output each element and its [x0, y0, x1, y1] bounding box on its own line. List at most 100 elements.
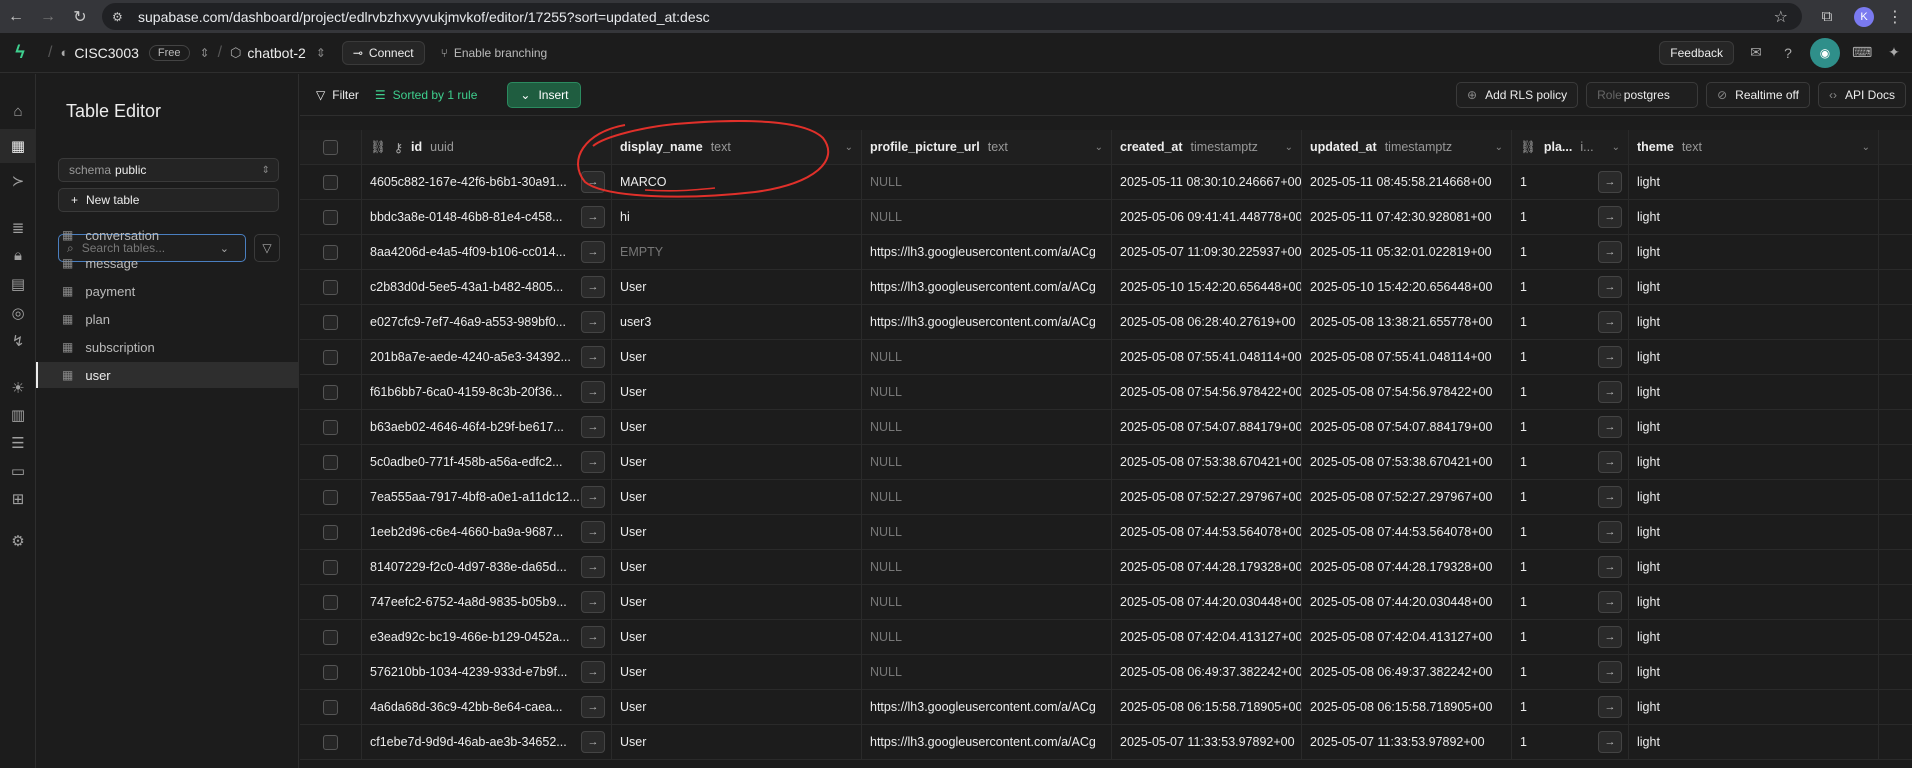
open-reference-arrow-icon[interactable]: →	[581, 381, 605, 403]
open-reference-arrow-icon[interactable]: →	[581, 661, 605, 683]
grid-cell[interactable]: light	[1629, 200, 1879, 234]
open-reference-arrow-icon[interactable]: →	[581, 206, 605, 228]
grid-cell[interactable]: 2025-05-08 07:44:28.179328+00	[1112, 550, 1302, 584]
open-reference-arrow-icon[interactable]: →	[581, 416, 605, 438]
open-reference-arrow-icon[interactable]: →	[581, 171, 605, 193]
grid-cell[interactable]: 201b8a7e-aede-4240-a5e3-34392... →	[362, 340, 612, 374]
grid-cell[interactable]: 2025-05-07 11:09:30.225937+00	[1112, 235, 1302, 269]
feedback-button[interactable]: Feedback	[1659, 40, 1734, 65]
assistant-icon[interactable]: ✦	[1884, 44, 1904, 61]
grid-cell[interactable]: light	[1629, 515, 1879, 549]
reload-icon[interactable]: ↻	[64, 0, 96, 33]
row-checkbox[interactable]	[323, 454, 338, 470]
grid-cell[interactable]: e3ead92c-bc19-466e-b129-0452a... →	[362, 620, 612, 654]
column-header-display-name[interactable]: display_name text ⌄	[612, 130, 862, 164]
open-reference-arrow-icon[interactable]: →	[1598, 556, 1622, 578]
grid-cell[interactable]: 576210bb-1034-4239-933d-e7b9f... →	[362, 655, 612, 689]
grid-cell[interactable]: 4a6da68d-36c9-42bb-8e64-caea... →	[362, 690, 612, 724]
enable-branching-button[interactable]: ⑂ Enable branching	[441, 46, 548, 60]
new-table-button[interactable]: + New table	[58, 188, 279, 212]
grid-cell[interactable]: 1 →	[1512, 340, 1629, 374]
grid-cell[interactable]: 2025-05-11 07:42:30.928081+00	[1302, 200, 1512, 234]
grid-cell[interactable]: NULL	[862, 480, 1112, 514]
grid-cell[interactable]: 5c0adbe0-771f-458b-a56a-edfc2... →	[362, 445, 612, 479]
chevron-down-icon[interactable]: ⌄	[1095, 142, 1103, 153]
grid-cell[interactable]: f61b6bb7-6ca0-4159-8c3b-20f36... →	[362, 375, 612, 409]
sidebar-item-plan[interactable]: ▦ plan	[36, 306, 299, 332]
grid-cell[interactable]: User	[612, 690, 862, 724]
open-reference-arrow-icon[interactable]: →	[1598, 346, 1622, 368]
add-rls-policy-button[interactable]: ⊕ Add RLS policy	[1456, 81, 1579, 108]
grid-cell[interactable]: User	[612, 515, 862, 549]
grid-cell[interactable]: User	[612, 655, 862, 689]
grid-cell[interactable]: 1 →	[1512, 725, 1629, 759]
role-selector[interactable]: Role postgres	[1586, 81, 1699, 108]
grid-cell[interactable]: 2025-05-10 15:42:20.656448+00	[1112, 270, 1302, 304]
chevron-down-icon[interactable]: ⌄	[1495, 142, 1503, 153]
grid-cell[interactable]: 2025-05-06 09:41:41.448778+00	[1112, 200, 1302, 234]
grid-cell[interactable]: User	[612, 410, 862, 444]
open-reference-arrow-icon[interactable]: →	[1598, 311, 1622, 333]
grid-cell[interactable]: 1 →	[1512, 550, 1629, 584]
grid-cell[interactable]: 81407229-f2c0-4d97-838e-da65d... →	[362, 550, 612, 584]
table-editor-icon[interactable]: ▦	[0, 129, 36, 163]
grid-cell[interactable]: 1 →	[1512, 690, 1629, 724]
open-reference-arrow-icon[interactable]: →	[1598, 416, 1622, 438]
back-icon[interactable]: ←	[0, 0, 32, 33]
open-reference-arrow-icon[interactable]: →	[581, 556, 605, 578]
schema-selector[interactable]: schema public ⇕	[58, 158, 279, 182]
grid-cell[interactable]: User	[612, 585, 862, 619]
grid-cell[interactable]: 1 →	[1512, 270, 1629, 304]
grid-cell[interactable]: 2025-05-08 06:49:37.382242+00	[1302, 655, 1512, 689]
grid-cell[interactable]: 1 →	[1512, 620, 1629, 654]
grid-cell[interactable]: 1 →	[1512, 480, 1629, 514]
grid-cell[interactable]: NULL	[862, 165, 1112, 199]
grid-cell[interactable]: https://lh3.googleusercontent.com/a/ACg	[862, 305, 1112, 339]
open-reference-arrow-icon[interactable]: →	[1598, 521, 1622, 543]
open-reference-arrow-icon[interactable]: →	[581, 276, 605, 298]
grid-cell[interactable]: 2025-05-08 07:44:53.564078+00	[1112, 515, 1302, 549]
grid-cell[interactable]: NULL	[862, 655, 1112, 689]
row-checkbox[interactable]	[323, 699, 338, 715]
grid-cell[interactable]: User	[612, 550, 862, 584]
grid-cell[interactable]: NULL	[862, 550, 1112, 584]
open-reference-arrow-icon[interactable]: →	[1598, 731, 1622, 753]
grid-cell[interactable]: bbdc3a8e-0148-46b8-81e4-c458... →	[362, 200, 612, 234]
terminal-icon[interactable]: ⌨	[1852, 44, 1872, 61]
sidebar-item-user[interactable]: ▦ user	[36, 362, 299, 388]
column-header-created-at[interactable]: created_at timestamptz ⌄	[1112, 130, 1302, 164]
column-header-profile-picture-url[interactable]: profile_picture_url text ⌄	[862, 130, 1112, 164]
sidebar-item-conversation[interactable]: ▦ conversation	[36, 222, 299, 248]
open-reference-arrow-icon[interactable]: →	[581, 591, 605, 613]
grid-cell[interactable]: 2025-05-11 08:30:10.246667+00	[1112, 165, 1302, 199]
grid-cell[interactable]: NULL	[862, 515, 1112, 549]
grid-cell[interactable]: 2025-05-08 07:54:07.884179+00	[1112, 410, 1302, 444]
column-header-plan[interactable]: ⛓ pla... i... ⌄	[1512, 130, 1629, 164]
row-checkbox[interactable]	[323, 174, 338, 190]
grid-cell[interactable]: 2025-05-08 07:44:20.030448+00	[1112, 585, 1302, 619]
chevron-down-icon[interactable]: ⌄	[1612, 142, 1620, 153]
grid-cell[interactable]: 8aa4206d-e4a5-4f09-b106-cc014... →	[362, 235, 612, 269]
open-reference-arrow-icon[interactable]: →	[1598, 241, 1622, 263]
row-checkbox[interactable]	[323, 629, 338, 645]
grid-cell[interactable]: 2025-05-08 06:15:58.718905+00	[1112, 690, 1302, 724]
grid-cell[interactable]: b63aeb02-4646-46f4-b29f-be617... →	[362, 410, 612, 444]
grid-cell[interactable]: cf1ebe7d-9d9d-46ab-ae3b-34652... →	[362, 725, 612, 759]
row-checkbox[interactable]	[323, 279, 338, 295]
open-reference-arrow-icon[interactable]: →	[581, 346, 605, 368]
row-checkbox[interactable]	[323, 419, 338, 435]
row-checkbox[interactable]	[323, 384, 338, 400]
sort-button[interactable]: ☰ Sorted by 1 rule	[375, 88, 477, 102]
grid-cell[interactable]: 2025-05-08 07:55:41.048114+00	[1112, 340, 1302, 374]
row-checkbox[interactable]	[323, 489, 338, 505]
grid-cell[interactable]: EMPTY	[612, 235, 862, 269]
grid-cell[interactable]: NULL	[862, 410, 1112, 444]
grid-cell[interactable]: user3	[612, 305, 862, 339]
row-checkbox[interactable]	[323, 209, 338, 225]
chevron-down-icon[interactable]: ⌄	[1285, 142, 1293, 153]
help-icon[interactable]: ?	[1778, 45, 1798, 61]
grid-cell[interactable]: light	[1629, 235, 1879, 269]
row-checkbox[interactable]	[323, 734, 338, 750]
filter-button[interactable]: ▽ Filter	[316, 88, 359, 102]
grid-cell[interactable]: NULL	[862, 200, 1112, 234]
